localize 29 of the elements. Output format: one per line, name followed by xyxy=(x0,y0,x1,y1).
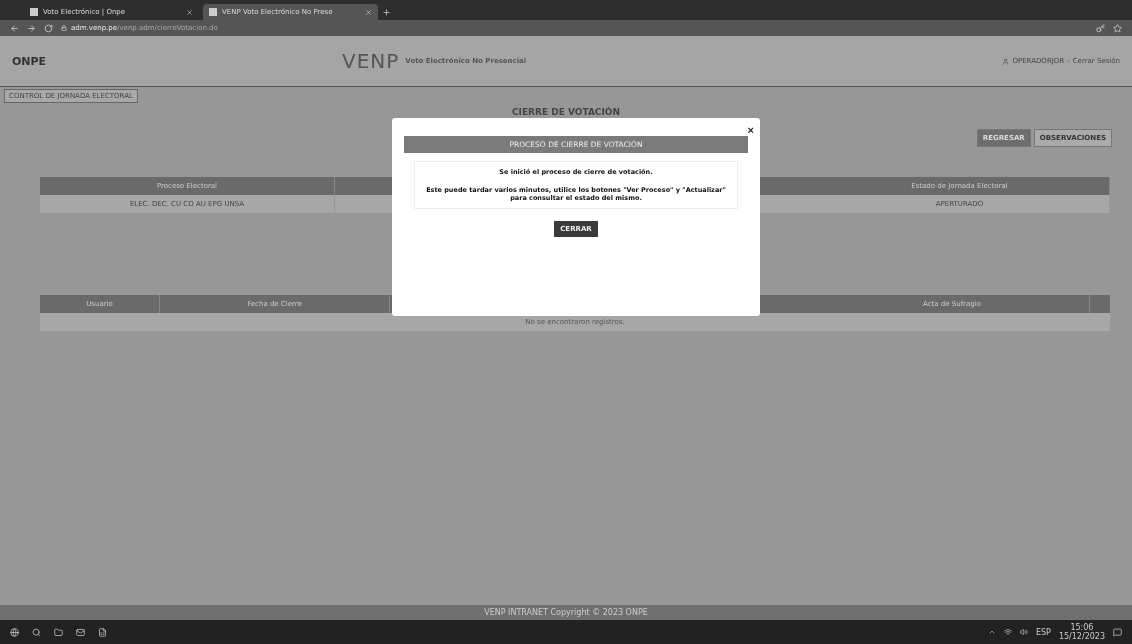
favicon-icon xyxy=(209,8,217,16)
column-header xyxy=(1090,295,1110,313)
start-icon[interactable] xyxy=(10,627,19,637)
new-tab-icon[interactable] xyxy=(382,8,391,17)
close-icon[interactable] xyxy=(186,8,193,16)
lock-icon xyxy=(61,25,67,31)
back-icon[interactable] xyxy=(10,23,19,33)
search-icon[interactable] xyxy=(32,627,41,637)
notification-icon[interactable] xyxy=(1113,627,1122,637)
close-button[interactable]: × xyxy=(747,124,754,136)
folder-icon[interactable] xyxy=(54,627,63,637)
language-indicator[interactable]: ESP xyxy=(1035,627,1051,637)
mail-icon[interactable] xyxy=(76,627,85,637)
clock[interactable]: 15:06 15/12/2023 xyxy=(1058,623,1105,641)
reload-icon[interactable] xyxy=(44,23,53,33)
star-icon[interactable] xyxy=(1113,23,1122,33)
speaker-icon[interactable] xyxy=(1019,628,1028,636)
chevron-up-icon[interactable] xyxy=(987,628,996,636)
logo: ONPE xyxy=(12,54,48,68)
user-icon xyxy=(1002,57,1010,65)
wifi-icon[interactable] xyxy=(1003,628,1012,636)
spreadsheet-icon[interactable] xyxy=(98,627,107,637)
page-title: CIERRE DE VOTACIÓN xyxy=(511,107,621,117)
key-icon[interactable] xyxy=(1096,23,1105,33)
favicon-icon xyxy=(30,8,38,16)
footer-text: VENP INTRANET Copyright © 2023 ONPE xyxy=(0,605,1132,620)
brand-logo: VENP xyxy=(342,49,400,73)
forward-icon[interactable] xyxy=(27,23,36,33)
close-icon[interactable] xyxy=(365,8,372,16)
